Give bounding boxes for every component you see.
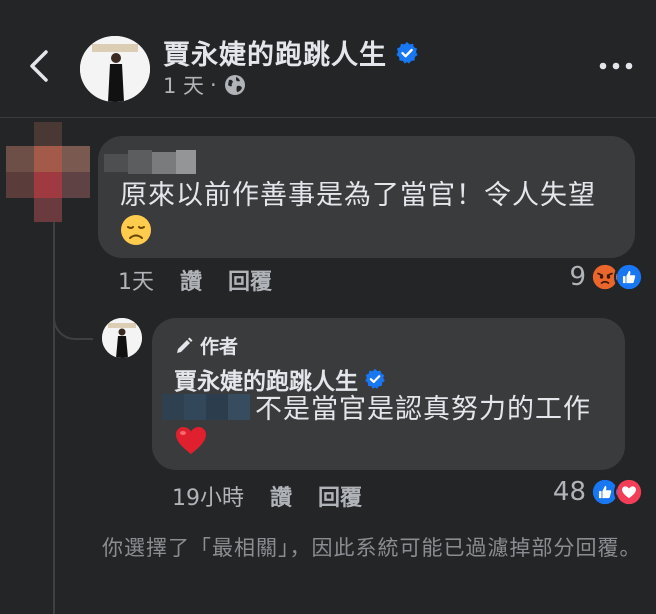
author-avatar[interactable] bbox=[102, 318, 142, 358]
mention-redacted bbox=[162, 394, 250, 420]
verified-badge-icon bbox=[365, 368, 385, 389]
reaction-count: 48 bbox=[552, 477, 586, 507]
reply-time[interactable]: 19小時 bbox=[172, 480, 244, 512]
reaction-summary[interactable]: 9 bbox=[569, 262, 644, 292]
reply-author-name[interactable]: 賈永婕的跑跳人生 bbox=[174, 362, 386, 396]
post-time[interactable]: 1 天 bbox=[163, 70, 204, 100]
commenter-avatar-pixelated[interactable] bbox=[6, 122, 92, 222]
verified-badge-icon bbox=[396, 41, 418, 64]
back-button[interactable] bbox=[22, 44, 58, 88]
reply-text: 不是當官是認真努力的工作 bbox=[255, 394, 591, 425]
reply-button[interactable]: 回覆 bbox=[228, 264, 272, 296]
like-reaction-icon bbox=[614, 262, 644, 292]
thread-connector bbox=[53, 300, 93, 340]
meta-separator: · bbox=[210, 73, 217, 97]
header-divider bbox=[0, 117, 656, 118]
like-button[interactable]: 讚 bbox=[180, 264, 202, 296]
reaction-count: 9 bbox=[569, 262, 586, 292]
post-header: 賈永婕的跑跳人生 1 天 · bbox=[0, 0, 656, 118]
reply-button[interactable]: 回覆 bbox=[318, 480, 362, 512]
love-reaction-icon bbox=[614, 477, 644, 507]
more-options-icon[interactable] bbox=[598, 58, 634, 74]
commenter-name-redacted bbox=[104, 150, 196, 174]
comment-actions: 1天 讚 回覆 bbox=[118, 264, 272, 296]
page-title[interactable]: 賈永婕的跑跳人生 bbox=[163, 33, 419, 72]
post-meta: 1 天 · bbox=[163, 70, 247, 100]
comment-text: 原來以前作善事是為了當官！令人失望 bbox=[120, 178, 625, 250]
pen-icon bbox=[177, 337, 193, 353]
globe-icon bbox=[224, 75, 245, 95]
page-avatar[interactable] bbox=[80, 36, 150, 102]
comment-time[interactable]: 1天 bbox=[118, 264, 154, 296]
thread-line bbox=[53, 222, 55, 614]
disappointed-face-emoji-icon bbox=[121, 215, 151, 245]
filter-notice: 你選擇了「最相關」，因此系統可能已過濾掉部分回覆。 bbox=[102, 536, 642, 560]
red-heart-emoji-icon bbox=[176, 427, 206, 454]
reaction-summary[interactable]: 48 bbox=[553, 477, 644, 507]
reply-actions: 19小時 讚 回覆 bbox=[172, 480, 362, 512]
like-button[interactable]: 讚 bbox=[270, 480, 292, 512]
page-name-text: 賈永婕的跑跳人生 bbox=[163, 40, 387, 71]
author-badge: 作者 bbox=[174, 332, 238, 359]
chevron-left-icon bbox=[30, 50, 48, 82]
